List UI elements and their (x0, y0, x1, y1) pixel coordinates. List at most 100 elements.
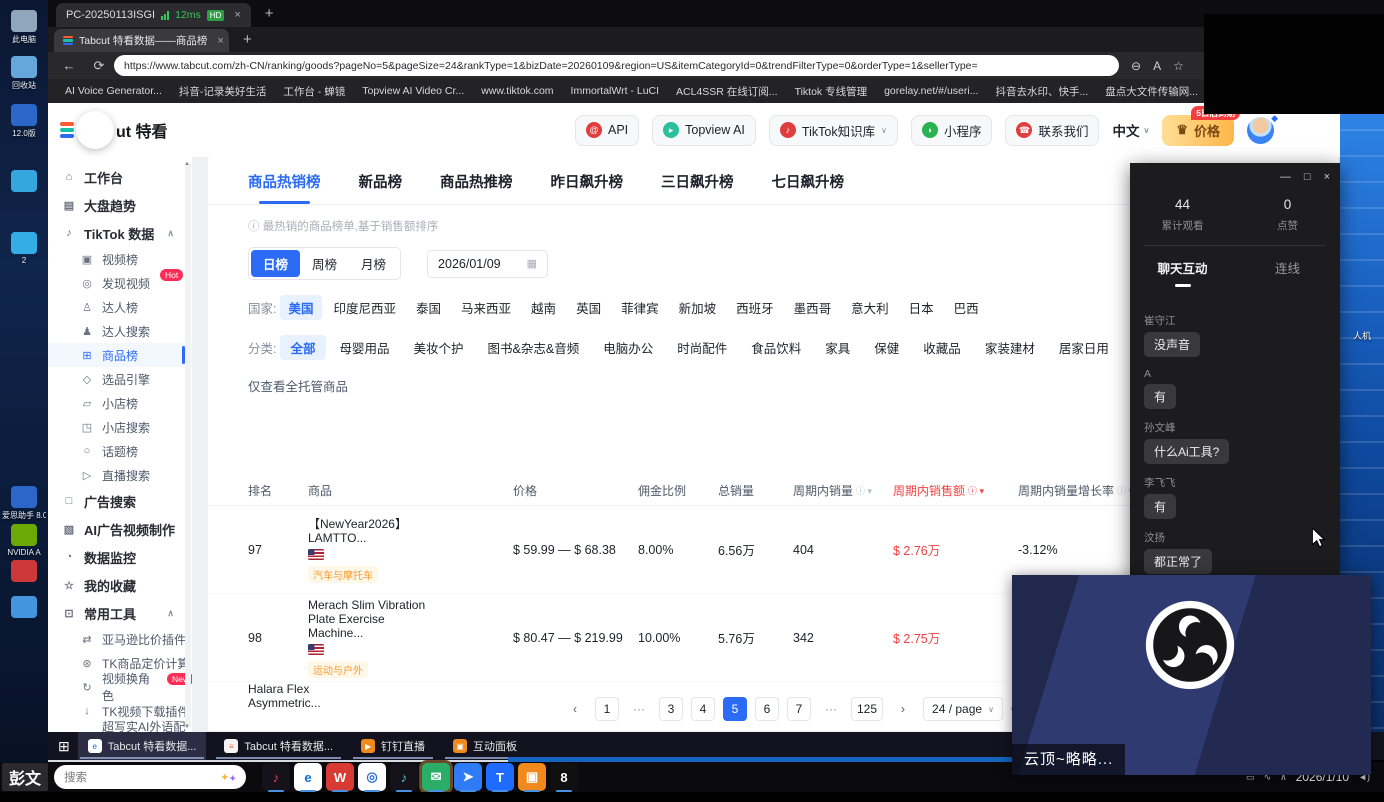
page-size-select[interactable]: 24 / page ∨ (923, 697, 1003, 721)
sidebar-item[interactable]: ⊞ 商品榜 (48, 343, 192, 367)
table-header-cell[interactable]: 总销量 (718, 482, 793, 499)
sidebar-item[interactable]: ▧ AI广告视频制作 (48, 515, 192, 543)
desktop-icon[interactable] (2, 560, 46, 584)
category-option[interactable]: 收藏品 (913, 335, 971, 360)
sidebar-item[interactable]: ♪ 超写实AI外语配音 (48, 723, 192, 732)
browser-tab[interactable]: Tabcut 特看数据——商品榜 × (54, 29, 229, 52)
country-option[interactable]: 新加坡 (671, 295, 725, 320)
table-header-cell[interactable]: 商品 (308, 482, 513, 499)
desktop-icon[interactable]: 爱思助手 8.0(64 (2, 486, 46, 521)
pricing-button[interactable]: ♛ 价格 5日后到期 (1162, 115, 1234, 146)
page-number[interactable]: 6 (755, 697, 779, 721)
category-option[interactable]: 居家日用 (1049, 335, 1119, 360)
tab-connect[interactable]: 连线 (1235, 258, 1340, 287)
table-header-cell[interactable]: 价格 (513, 482, 638, 499)
bookmark-item[interactable]: ImmortalWrt - LuCI (571, 84, 659, 99)
country-option[interactable]: 印度尼西亚 (326, 295, 405, 320)
desktop-icon[interactable]: 2 (2, 232, 46, 265)
reload-icon[interactable]: ⟳ (90, 58, 108, 74)
product-title[interactable]: Merach Slim Vibration Plate Exercise Mac… (308, 598, 425, 640)
category-option[interactable]: 电脑办公 (593, 335, 663, 360)
table-header-cell[interactable]: 周期内销量增长率 ⓘ ▾ (1018, 482, 1138, 499)
new-tab-button[interactable]: + (243, 31, 252, 48)
desktop-icon[interactable] (2, 596, 46, 620)
sidebar-item[interactable]: □ 广告搜索 (48, 487, 192, 515)
ranking-tab[interactable]: 三日飙升榜 (661, 171, 734, 204)
period-option[interactable]: 月榜 (349, 250, 398, 277)
remote-session-tab[interactable]: PC-20250113ISGI 12ms HD × (56, 3, 251, 27)
header-nav-button[interactable]: ◗ 小程序 (911, 115, 993, 146)
page-number[interactable]: 7 (787, 697, 811, 721)
bookmark-item[interactable]: gorelay.net/#/useri... (884, 84, 978, 99)
ranking-tab[interactable]: 商品热销榜 (248, 171, 321, 204)
desktop-icon[interactable]: 12.0版 (2, 104, 46, 139)
country-option[interactable]: 巴西 (946, 295, 987, 320)
page-number[interactable]: ··· (627, 697, 651, 721)
taskbar-task[interactable]: e Tabcut 特看数据... (78, 732, 207, 760)
sidebar-item[interactable]: ☆ 我的收藏 (48, 571, 192, 599)
sidebar-item[interactable]: ▱ 小店榜 (48, 391, 192, 415)
category-option[interactable]: 美妆个护 (404, 335, 474, 360)
search-box[interactable]: 搜索 ✦✦ (54, 765, 246, 789)
country-option[interactable]: 意大利 (843, 295, 897, 320)
new-session-button[interactable]: + (265, 5, 274, 22)
product-cell[interactable]: Merach Slim Vibration Plate Exercise Mac… (308, 598, 513, 678)
sidebar-item[interactable]: ♙ 达人榜 (48, 295, 192, 319)
close-icon[interactable]: × (1324, 171, 1330, 183)
desktop-icon[interactable]: 此电脑 (2, 10, 46, 45)
page-number[interactable]: 5 (723, 697, 747, 721)
maximize-icon[interactable]: □ (1304, 171, 1311, 183)
taskbar-task[interactable]: ≡ Tabcut 特看数据... (214, 732, 343, 760)
sidebar-scrollbar[interactable]: ▲ ▼ (185, 163, 191, 728)
next-page-icon[interactable]: › (891, 697, 915, 721)
taskbar-app-icon[interactable]: W (326, 763, 354, 791)
desktop-icon[interactable]: 回收站 (2, 56, 46, 91)
sidebar-item[interactable]: ○ 话题榜 (48, 439, 192, 463)
bookmark-item[interactable]: ACL4SSR 在线订阅... (676, 84, 778, 99)
category-option[interactable]: 全部 (280, 335, 325, 360)
sidebar-item[interactable]: ♟ 达人搜索 (48, 319, 192, 343)
tabcut-logo-icon[interactable] (60, 122, 74, 138)
category-option[interactable]: 家具 (815, 335, 860, 360)
product-cell[interactable]: Halara Flex Asymmetric... (248, 682, 308, 710)
category-option[interactable]: 时尚配件 (667, 335, 737, 360)
category-option[interactable]: 图书&杂志&音频 (478, 335, 590, 360)
bookmark-item[interactable]: Tiktok 专线管理 (795, 84, 868, 99)
header-nav-button[interactable]: ☎ 联系我们 (1005, 115, 1099, 146)
page-number[interactable]: 1 (595, 697, 619, 721)
read-aloud-icon[interactable]: A (1153, 59, 1161, 73)
start-button-icon[interactable]: ⊞ (58, 738, 70, 755)
taskbar-app-icon[interactable]: T (486, 763, 514, 791)
bookmark-item[interactable]: 抖音-记录美好生活 (179, 84, 267, 99)
table-header-cell[interactable]: 周期内销售额 ⓘ ▾ (893, 482, 1018, 499)
close-session-icon[interactable]: × (234, 9, 240, 21)
sidebar-item[interactable]: ▣ 视频榜 (48, 247, 192, 271)
zoom-out-icon[interactable]: ⊖ (1131, 59, 1141, 73)
table-header-cell[interactable]: 排名 (248, 482, 308, 499)
back-icon[interactable]: ← (60, 58, 78, 73)
sidebar-item[interactable]: ↻ 视频换角色 New (48, 675, 192, 699)
product-title[interactable]: Halara Flex Asymmetric... (248, 682, 321, 710)
page-number[interactable]: 4 (691, 697, 715, 721)
prev-page-icon[interactable]: ‹ (563, 697, 587, 721)
table-header-cell[interactable]: 周期内销量 ⓘ ▾ (793, 482, 893, 499)
tab-chat-interaction[interactable]: 聊天互动 (1130, 258, 1235, 287)
table-header-cell[interactable]: 佣金比例 (638, 482, 718, 499)
country-option[interactable]: 美国 (280, 295, 321, 320)
country-option[interactable]: 泰国 (408, 295, 449, 320)
taskbar-app-icon[interactable]: e (294, 763, 322, 791)
sidebar-item[interactable]: ◎ 发现视频 Hot (48, 271, 192, 295)
close-tab-icon[interactable]: × (217, 35, 223, 47)
country-option[interactable]: 越南 (523, 295, 564, 320)
sidebar-item[interactable]: ♪ TikTok 数据 ∧ (48, 219, 192, 247)
category-option[interactable]: 母婴用品 (330, 335, 400, 360)
header-nav-button[interactable]: ♪ TikTok知识库 ∨ (769, 115, 898, 146)
bookmark-item[interactable]: www.tiktok.com (481, 84, 553, 99)
taskbar-app-icon[interactable]: ♪ (390, 763, 418, 791)
info-sort-icons[interactable]: ⓘ ▾ (968, 484, 984, 497)
country-option[interactable]: 菲律宾 (613, 295, 667, 320)
category-option[interactable]: 家装建材 (975, 335, 1045, 360)
category-option[interactable]: 保健 (864, 335, 909, 360)
scroll-down-icon[interactable]: ▼ (184, 724, 190, 730)
favorite-star-icon[interactable]: ☆ (1173, 59, 1184, 73)
